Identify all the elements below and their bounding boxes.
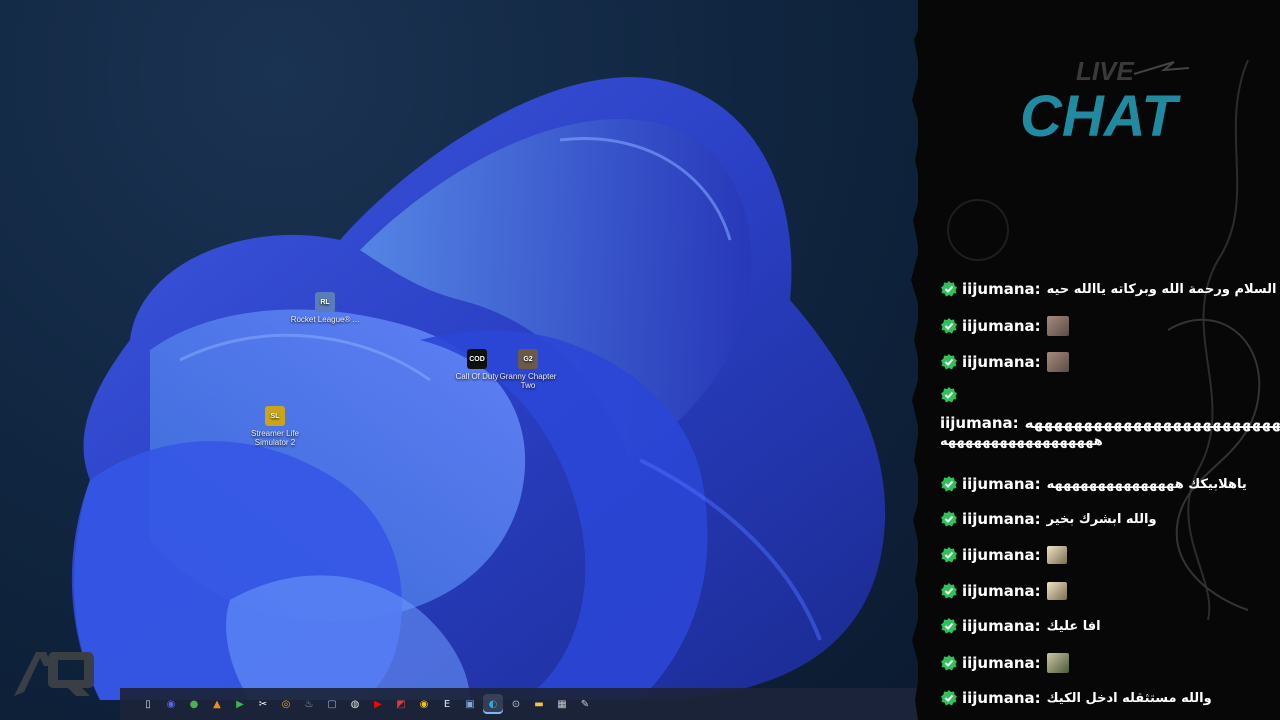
desktop-icon-granny-chapter-two[interactable]: G2 Granny Chapter Two: [493, 349, 563, 390]
rocket-league-icon: RL: [315, 292, 335, 312]
chat-message: iijumana:: [940, 653, 1280, 673]
chat-username: iijumana:: [962, 654, 1041, 672]
red-app-icon[interactable]: ◩: [391, 694, 411, 714]
chat-message-text: ياهلابيكك هههههههههههههههه: [1046, 476, 1247, 492]
chrome-icon[interactable]: ◉: [414, 694, 434, 714]
verified-check-icon: [941, 387, 957, 403]
desktop-icon-label: Rocket League® ...: [290, 315, 360, 324]
chat-message: iijumana:: [940, 352, 1280, 372]
call-of-duty-icon: COD: [467, 349, 487, 369]
chat-label: CHAT: [1020, 84, 1181, 149]
chat-message: iijumana: ياهلابيكك هههههههههههههههه: [940, 475, 1280, 493]
orange-app-icon[interactable]: ◎: [276, 694, 296, 714]
chat-emote: [1046, 653, 1069, 673]
aq-logo: [14, 652, 94, 696]
edge-icon[interactable]: ◐: [483, 694, 503, 714]
epic-games-icon[interactable]: E: [437, 694, 457, 714]
youtube-icon[interactable]: ▶: [368, 694, 388, 714]
live-chat-title: LIVE CHAT: [1020, 56, 1190, 149]
chat-username: iijumana:: [962, 353, 1041, 371]
notepad-icon[interactable]: ✎: [575, 694, 595, 714]
chat-emote: [1046, 352, 1069, 372]
chat-app-icon[interactable]: ●: [184, 694, 204, 714]
photos-icon[interactable]: ▣: [460, 694, 480, 714]
verified-check-icon: [941, 354, 957, 370]
chat-message: iijumana:: [940, 546, 1280, 564]
chat-message-text: افا عليك: [1046, 618, 1101, 634]
streamer-life-icon: SL: [265, 406, 285, 426]
desktop-icon-label: Granny Chapter Two: [499, 372, 557, 390]
taskbar: ▯ ◉ ● ▲ ▶ ✂ ◎ ♨ ▢ ◍ ▶ ◩ ◉ E ▣ ◐ ⊙ ▬ ▦ ✎: [120, 688, 930, 720]
file-icon[interactable]: ▯: [138, 694, 158, 714]
capcut-icon[interactable]: ✂: [253, 694, 273, 714]
desktop-icon-rocket-league[interactable]: RL Rocket League® ...: [290, 292, 360, 324]
obs-icon[interactable]: ◍: [345, 694, 365, 714]
folder-icon[interactable]: ▬: [529, 694, 549, 714]
desktop-icon-label: Streamer Life Simulator 2: [250, 429, 300, 447]
chat-username: iijumana:: [962, 280, 1041, 298]
chat-message-text: والله ابشرك بخير: [1046, 511, 1157, 527]
chat-message: iijumana: والله ابشرك بخير: [940, 510, 1280, 528]
chat-emote: [1046, 546, 1067, 564]
live-label: LIVE: [1076, 56, 1134, 86]
verified-check-icon: [941, 547, 957, 563]
chat-message: iijumana: والله مستثقله ادخل الكيك: [940, 689, 1280, 707]
verified-check-icon: [941, 690, 957, 706]
chat-message: iijumana:: [940, 316, 1280, 336]
verified-check-icon: [941, 281, 957, 297]
granny-icon: G2: [518, 349, 538, 369]
vlc-icon[interactable]: ▲: [207, 694, 227, 714]
desktop-icon-streamer-life-simulator-2[interactable]: SL Streamer Life Simulator 2: [240, 406, 310, 447]
store-icon[interactable]: ▦: [552, 694, 572, 714]
chat-username: iijumana:: [940, 414, 1019, 432]
chat-message-text: والله مستثقله ادخل الكيك: [1046, 690, 1212, 706]
verified-check-icon: [941, 583, 957, 599]
chat-message: iijumana: بكم السلام ورحمة الله وبركاته ي…: [940, 280, 1280, 298]
play-icon[interactable]: ▶: [230, 694, 250, 714]
chat-username: iijumana:: [962, 510, 1041, 528]
chat-username: iijumana:: [962, 475, 1041, 493]
desktop: RL Rocket League® ... COD Call Of Duty G…: [0, 0, 930, 720]
live-chat-panel: LIVE CHAT iijumana: بكم السلام ورحمة الله…: [918, 0, 1280, 720]
verified-check-icon: [941, 618, 957, 634]
verified-check-icon: [941, 655, 957, 671]
chat-username: iijumana:: [962, 546, 1041, 564]
chat-message: iijumana: افا عليك: [940, 617, 1280, 635]
media-player-icon[interactable]: ⊙: [506, 694, 526, 714]
chat-message-text: ههههههههههههههههههههههههههههههههههههه: [1024, 414, 1280, 432]
verified-check-icon: [941, 318, 957, 334]
window-icon[interactable]: ▢: [322, 694, 342, 714]
verified-check-icon: [941, 511, 957, 527]
chat-message-text-continued: ههههههههههههههههههه: [940, 434, 1103, 449]
chat-torn-edge: [911, 0, 936, 720]
chat-username: iijumana:: [962, 317, 1041, 335]
chat-message-text: بكم السلام ورحمة الله وبركاته ياالله حيه: [1046, 281, 1280, 297]
chat-message: iijumana:: [940, 582, 1280, 600]
chat-emote: [1046, 316, 1069, 336]
chat-username: iijumana:: [962, 582, 1041, 600]
steam-icon[interactable]: ♨: [299, 694, 319, 714]
verified-check-icon: [941, 476, 957, 492]
discord-icon[interactable]: ◉: [161, 694, 181, 714]
chat-username: iijumana:: [962, 617, 1041, 635]
chat-message: iijumana: هههههههههههههههههههههههههه هههه…: [940, 386, 1280, 449]
chat-emote: [1046, 582, 1067, 600]
chat-username: iijumana:: [962, 689, 1041, 707]
